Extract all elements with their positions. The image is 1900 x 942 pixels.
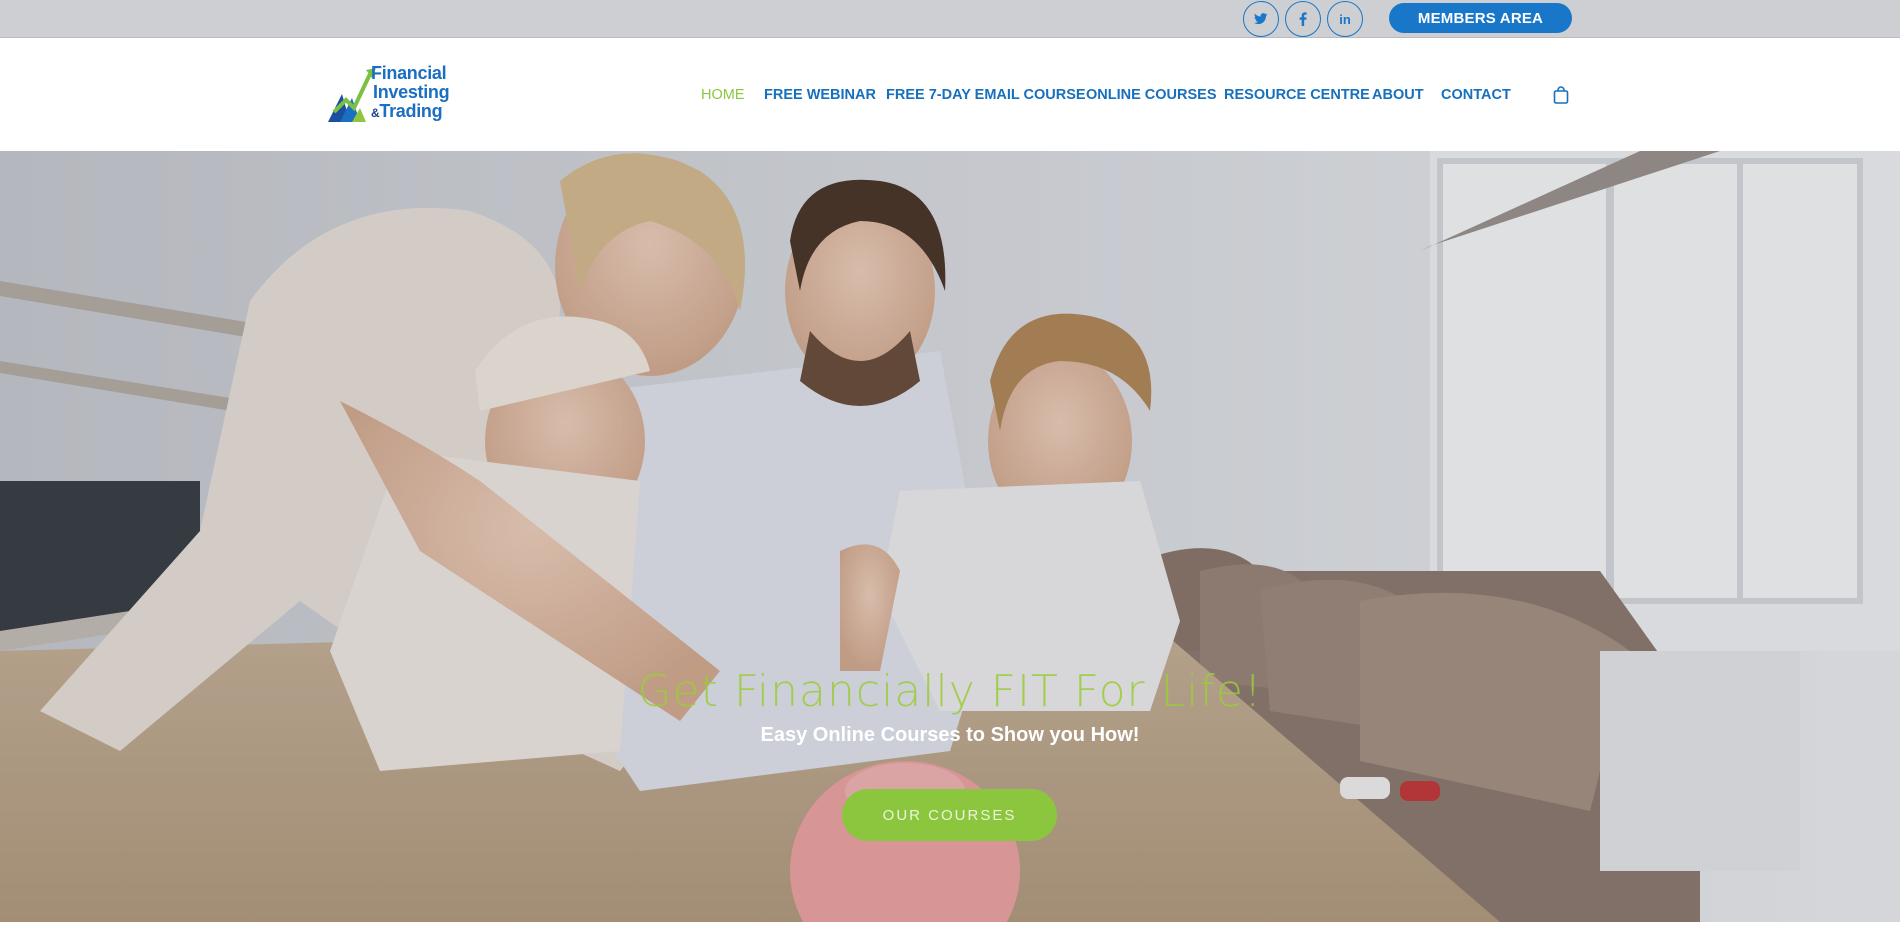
hero-subtitle: Easy Online Courses to Show you How! [760, 724, 1140, 746]
site-logo[interactable]: Financial Investing &Trading [326, 64, 456, 124]
logo-graphic [328, 68, 376, 122]
nav-item-about[interactable]: ABOUT [1372, 87, 1424, 103]
nav-item-online-courses[interactable]: ONLINE COURSES [1086, 87, 1217, 103]
nav-item-free-email-course[interactable]: FREE 7-DAY EMAIL COURSE [886, 87, 1086, 103]
logo-text: Financial Investing &Trading [371, 63, 450, 123]
logo-line-investing: Investing [373, 82, 450, 102]
nav-item-free-webinar[interactable]: FREE WEBINAR [764, 87, 876, 103]
linkedin-label: in [1339, 11, 1351, 27]
logo-line-financial: Financial [371, 63, 447, 83]
logo-line-trading: Trading [379, 101, 443, 121]
top-utility-bar: in MEMBERS AREA [0, 0, 1900, 38]
twitter-icon[interactable] [1243, 1, 1279, 37]
hero-title: Get Financially FIT For Life! [637, 666, 1263, 717]
nav-item-home[interactable]: HOME [701, 87, 745, 103]
facebook-icon[interactable] [1285, 1, 1321, 37]
nav-item-resource-centre[interactable]: RESOURCE CENTRE [1224, 87, 1370, 103]
our-courses-button[interactable]: OUR COURSES [842, 789, 1057, 841]
hero-section: Get Financially FIT For Life! Easy Onlin… [0, 151, 1900, 922]
page-bottom-strip [0, 922, 1900, 942]
members-area-button[interactable]: MEMBERS AREA [1389, 3, 1572, 33]
site-header: Financial Investing &Trading HOME FREE W… [0, 38, 1900, 151]
linkedin-icon[interactable]: in [1327, 1, 1363, 37]
nav-item-contact[interactable]: CONTACT [1441, 87, 1511, 103]
shopping-bag-icon[interactable] [1553, 86, 1569, 104]
